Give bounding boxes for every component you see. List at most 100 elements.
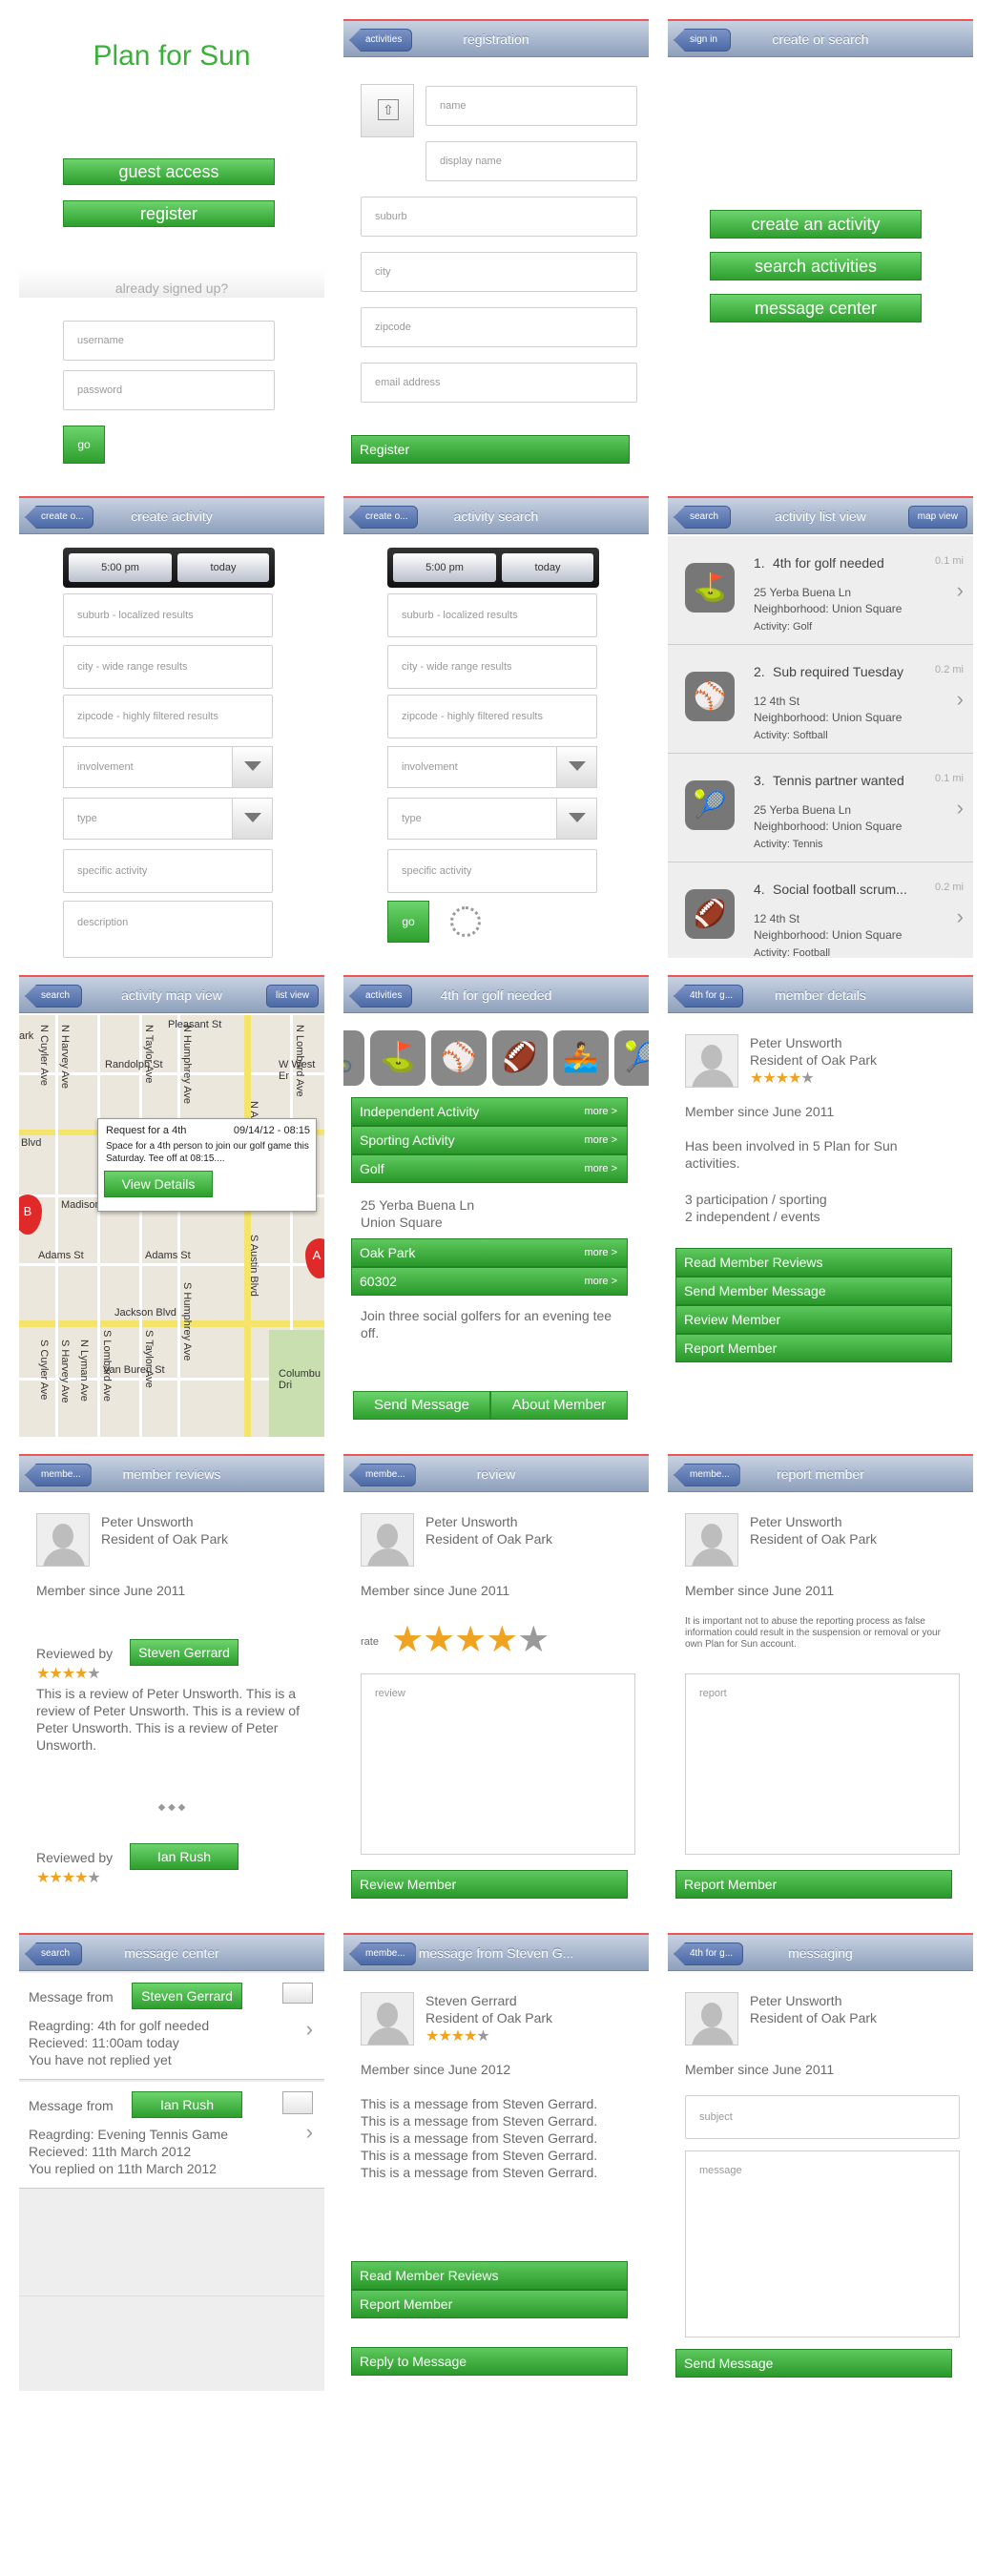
- back-button[interactable]: search: [25, 985, 82, 1008]
- more-link[interactable]: more >: [584, 1098, 617, 1125]
- list-item[interactable]: 🏈 4. Social football scrum... 0.2 mi 12 4th …: [668, 862, 973, 958]
- specific-activity-input[interactable]: specific activity: [387, 849, 597, 893]
- report-textarea[interactable]: report: [685, 1673, 960, 1855]
- tennis-icon[interactable]: 🎾: [614, 1030, 649, 1086]
- description-input[interactable]: description: [63, 901, 273, 958]
- report-member-button[interactable]: Report Member: [675, 1870, 952, 1899]
- back-button[interactable]: sign in: [674, 29, 731, 52]
- city-input[interactable]: city - wide range results: [63, 645, 273, 689]
- message-regarding: Reagrding: Evening Tennis Game: [29, 2127, 229, 2142]
- avatar: [685, 1513, 738, 1567]
- reviewer-button[interactable]: Steven Gerrard: [130, 1639, 239, 1666]
- day-value[interactable]: today: [502, 553, 593, 582]
- message-center-button[interactable]: message center: [710, 294, 922, 322]
- category-row[interactable]: Sporting Activity more >: [351, 1126, 628, 1154]
- search-activities-button[interactable]: search activities: [710, 252, 922, 280]
- golf-icon[interactable]: ⛳: [370, 1030, 425, 1086]
- map-pin-a[interactable]: A: [305, 1238, 324, 1278]
- screen-login: Plan for Sun guest access register alrea…: [19, 19, 324, 487]
- rating-input-stars[interactable]: ★★★★★: [391, 1618, 550, 1661]
- street-label: N Lombard Ave: [294, 1025, 305, 1097]
- reviewer-button[interactable]: Ian Rush: [130, 1843, 239, 1870]
- sender-residence: Resident of Oak Park: [425, 2010, 553, 2025]
- involvement-dropdown[interactable]: involvement: [387, 746, 597, 788]
- username-input[interactable]: username: [63, 321, 275, 361]
- city-input[interactable]: city: [361, 252, 637, 292]
- register-button[interactable]: register: [63, 200, 275, 227]
- sender-button[interactable]: Ian Rush: [132, 2091, 242, 2118]
- more-link[interactable]: more >: [584, 1268, 617, 1295]
- report-member-button[interactable]: Report Member: [351, 2290, 628, 2318]
- day-value[interactable]: today: [177, 553, 269, 582]
- message-textarea[interactable]: message: [685, 2150, 960, 2337]
- back-button[interactable]: search: [674, 506, 731, 529]
- city-input[interactable]: city - wide range results: [387, 645, 597, 689]
- password-input[interactable]: password: [63, 370, 275, 410]
- review-member-button[interactable]: Review Member: [675, 1305, 952, 1334]
- map-popup[interactable]: Request for a 4th 09/14/12 - 08:15 Space…: [97, 1118, 317, 1212]
- go-button[interactable]: go: [387, 901, 429, 943]
- reply-button[interactable]: Reply to Message: [351, 2347, 628, 2376]
- member-since: Member since June 2011: [685, 2062, 835, 2077]
- about-member-button[interactable]: About Member: [490, 1391, 628, 1420]
- message-item[interactable]: Message from Ian Rush Reagrding: Evening…: [19, 2082, 324, 2189]
- send-member-message-button[interactable]: Send Member Message: [675, 1277, 952, 1305]
- cycling-icon[interactable]: 🚴: [343, 1030, 364, 1086]
- category-row[interactable]: Independent Activity more >: [351, 1097, 628, 1126]
- register-submit-button[interactable]: Register: [351, 435, 630, 464]
- read-reviews-button[interactable]: Read Member Reviews: [351, 2261, 628, 2290]
- display-name-input[interactable]: display name: [425, 141, 637, 181]
- location-row[interactable]: 60302 more >: [351, 1267, 628, 1296]
- rowing-icon[interactable]: 🚣: [553, 1030, 609, 1086]
- review-textarea[interactable]: review: [361, 1673, 635, 1855]
- photo-upload-button[interactable]: ⇧: [361, 84, 414, 137]
- football-icon[interactable]: 🏈: [492, 1030, 548, 1086]
- more-link[interactable]: more >: [584, 1127, 617, 1153]
- type-dropdown[interactable]: type: [63, 798, 273, 840]
- go-button[interactable]: go: [63, 426, 105, 464]
- nav-bar: 4th for g... messaging: [668, 1933, 973, 1971]
- time-value[interactable]: 5:00 pm: [393, 553, 496, 582]
- time-value[interactable]: 5:00 pm: [69, 553, 172, 582]
- create-activity-button[interactable]: create an activity: [710, 210, 922, 239]
- suburb-input[interactable]: suburb: [361, 197, 637, 237]
- list-view-button[interactable]: list view: [265, 985, 319, 1008]
- more-link[interactable]: more >: [584, 1239, 617, 1266]
- read-reviews-button[interactable]: Read Member Reviews: [675, 1248, 952, 1277]
- report-member-button[interactable]: Report Member: [675, 1334, 952, 1362]
- list-item[interactable]: 🎾 3. Tennis partner wanted 0.1 mi 25 Yerba B…: [668, 754, 973, 862]
- guest-access-button[interactable]: guest access: [63, 158, 275, 185]
- involvement-dropdown[interactable]: involvement: [63, 746, 273, 788]
- name-input[interactable]: name: [425, 86, 637, 126]
- back-button[interactable]: search: [25, 1942, 82, 1965]
- map-pin-b[interactable]: B: [19, 1195, 42, 1235]
- category-row[interactable]: Golf more >: [351, 1154, 628, 1183]
- suburb-input[interactable]: suburb - localized results: [387, 593, 597, 637]
- screen-activity-search: create o... activity search 5:00 pm today …: [343, 496, 649, 958]
- suburb-input[interactable]: suburb - localized results: [63, 593, 273, 637]
- baseball-icon[interactable]: ⚾: [431, 1030, 487, 1086]
- time-picker[interactable]: 5:00 pm today: [63, 548, 275, 588]
- sender-button[interactable]: Steven Gerrard: [132, 1983, 242, 2009]
- avatar: [36, 1513, 90, 1567]
- view-details-button[interactable]: View Details: [104, 1171, 213, 1197]
- map-view-button[interactable]: map view: [907, 506, 967, 529]
- zipcode-input[interactable]: zipcode - highly filtered results: [387, 695, 597, 738]
- specific-activity-input[interactable]: specific activity: [63, 849, 273, 893]
- map[interactable]: Pleasant St Randolph St W West Er Blvd M…: [19, 1015, 324, 1437]
- more-link[interactable]: more >: [584, 1155, 617, 1182]
- location-row[interactable]: Oak Park more >: [351, 1238, 628, 1267]
- list-item[interactable]: ⛳ 1. 4th for golf needed 0.1 mi 25 Yerba Bue…: [668, 536, 973, 645]
- message-item[interactable]: Message from Steven Gerrard Reagrding: 4…: [19, 1973, 324, 2080]
- nav-title: member reviews: [122, 1466, 221, 1482]
- review-member-button[interactable]: Review Member: [351, 1870, 628, 1899]
- email-input[interactable]: email address: [361, 363, 637, 403]
- time-picker[interactable]: 5:00 pm today: [387, 548, 599, 588]
- send-message-button[interactable]: Send Message: [675, 2349, 952, 2378]
- send-message-button[interactable]: Send Message: [353, 1391, 490, 1420]
- type-dropdown[interactable]: type: [387, 798, 597, 840]
- zipcode-input[interactable]: zipcode: [361, 307, 637, 347]
- subject-input[interactable]: subject: [685, 2095, 960, 2139]
- list-item[interactable]: ⚾ 2. Sub required Tuesday 0.2 mi 12 4th St Ne…: [668, 645, 973, 754]
- zipcode-input[interactable]: zipcode - highly filtered results: [63, 695, 273, 738]
